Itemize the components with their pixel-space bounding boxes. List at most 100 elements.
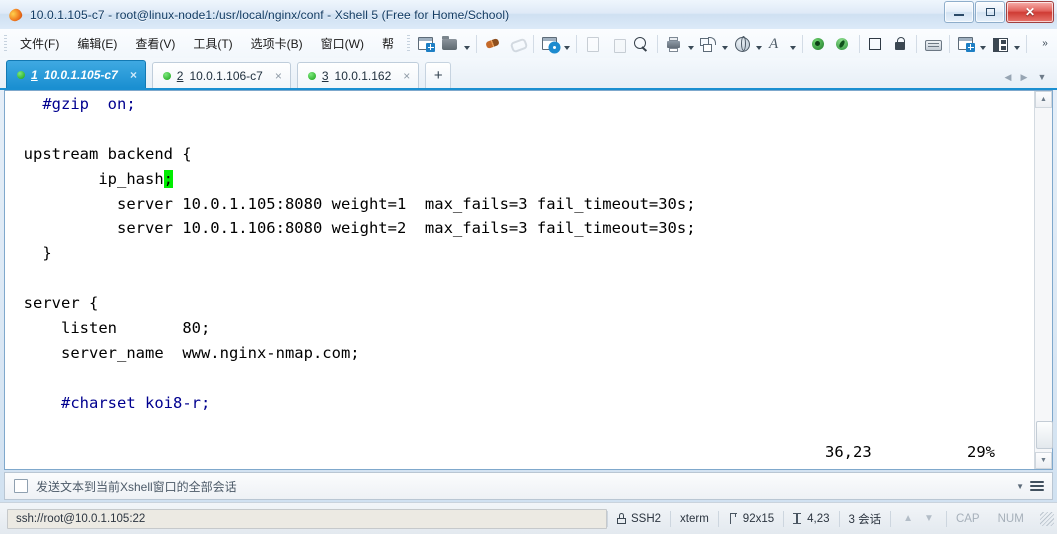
status-terminal-type: xterm [680, 512, 709, 525]
cursor-position-icon [793, 513, 802, 524]
menu-grip[interactable] [4, 34, 7, 53]
terminal-line: #charset koi8-r; [5, 391, 1034, 416]
new-folder-icon[interactable] [954, 33, 978, 55]
menu-help[interactable]: 帮 [373, 31, 403, 56]
menu-view[interactable]: 查看(V) [126, 31, 184, 56]
layout-split-dropdown-icon[interactable] [1012, 33, 1022, 55]
tab-close-icon[interactable]: × [130, 69, 137, 81]
file-transfer-icon[interactable] [696, 33, 720, 55]
find-icon[interactable] [629, 33, 653, 55]
window-title: 10.0.1.105-c7 - root@linux-node1:/usr/lo… [30, 7, 510, 22]
toolbar-separator [533, 34, 534, 53]
tab-status-dot-icon [17, 70, 25, 79]
tab-number: 3 [321, 68, 329, 83]
open-folder-icon[interactable] [438, 33, 462, 55]
web-browser-dropdown-icon[interactable] [754, 33, 764, 55]
status-protocol: SSH2 [608, 513, 670, 525]
title-bar: 10.0.1.105-c7 - root@linux-node1:/usr/lo… [0, 0, 1057, 30]
lock-icon[interactable] [888, 33, 912, 55]
open-folder-dropdown-icon[interactable] [462, 33, 472, 55]
terminal-line: server 10.0.1.105:8080 weight=1 max_fail… [5, 192, 1034, 217]
menu-window[interactable]: 窗口(W) [312, 31, 373, 56]
terminal-screen[interactable]: #gzip on; upstream backend { ip_hash; se… [5, 91, 1034, 469]
keyboard-icon[interactable] [921, 33, 945, 55]
new-tab-button[interactable]: + [425, 62, 452, 88]
terminal-text: #charset koi8-r; [61, 393, 211, 412]
tab-status-dot-icon [307, 71, 316, 80]
font-dropdown-icon[interactable] [788, 33, 798, 55]
session-properties-icon[interactable] [538, 33, 562, 55]
layout-split-icon[interactable] [988, 33, 1012, 55]
new-session-icon[interactable] [414, 33, 438, 55]
connect-icon[interactable] [481, 33, 505, 55]
toolbar-overflow-icon[interactable]: » [1037, 32, 1053, 56]
session-properties-dropdown-icon[interactable] [562, 33, 572, 55]
send-to-all-sessions-checkbox[interactable] [14, 479, 28, 493]
toolbar-separator [476, 34, 477, 53]
tab-scroll-left-icon[interactable]: ◀ [1001, 69, 1015, 85]
toolbar-separator [916, 34, 917, 53]
terminal-line: #gzip on; [5, 92, 1034, 117]
terminal-text: server { [23, 294, 99, 313]
print-icon[interactable] [662, 33, 686, 55]
toolbar-grip[interactable] [407, 34, 410, 53]
terminal-scrollbar[interactable]: ▲ ▼ [1034, 91, 1053, 469]
file-transfer-dropdown-icon[interactable] [720, 33, 730, 55]
terminal-text: #gzip on; [42, 95, 136, 113]
close-icon: ✕ [1024, 5, 1036, 19]
menu-file[interactable]: 文件(F) [11, 31, 68, 56]
xshell-leaf-icon [7, 6, 24, 23]
toolbar-separator [576, 34, 577, 53]
tab-10-0-1-105-c7[interactable]: 1 10.0.1.105-c7 × [6, 60, 146, 88]
tab-number: 2 [176, 68, 184, 83]
status-cursor-label: 4,23 [807, 512, 830, 525]
status-cursor: 4,23 [784, 513, 838, 525]
terminal-line: upstream backend { [5, 142, 1034, 167]
toolbar-separator [859, 34, 860, 53]
xshell-window: 10.0.1.105-c7 - root@linux-node1:/usr/lo… [0, 0, 1057, 534]
fullscreen-icon[interactable] [864, 33, 888, 55]
menu-tools[interactable]: 工具(T) [184, 31, 241, 56]
terminal-line: server 10.0.1.106:8080 weight=2 max_fail… [5, 216, 1034, 241]
terminal-text: upstream backend { [23, 144, 192, 163]
toolbar-separator [1026, 34, 1027, 53]
terminal-line: ip_hash; [5, 167, 1034, 192]
terminal-line: listen 80; [5, 316, 1034, 341]
menu-edit[interactable]: 编辑(E) [68, 31, 126, 56]
command-bar[interactable]: 发送文本到当前Xshell窗口的全部会话 ▼ [4, 472, 1053, 500]
scrollbar-up-icon[interactable]: ▲ [1035, 91, 1052, 108]
toolbar-separator [949, 34, 950, 53]
font-icon[interactable]: A [764, 33, 788, 55]
new-folder-dropdown-icon[interactable] [978, 33, 988, 55]
window-controls: ✕ [943, 1, 1054, 23]
vim-scroll-percent: 29% [967, 443, 995, 462]
scrollbar-down-icon[interactable]: ▼ [1035, 452, 1052, 469]
hamburger-menu-icon[interactable] [1030, 481, 1044, 491]
highlight-green-icon[interactable] [807, 33, 831, 55]
lock-icon [617, 513, 626, 524]
tab-scroll-right-icon[interactable]: ▶ [1017, 69, 1031, 85]
tab-list-icon[interactable]: ▼ [1033, 69, 1051, 85]
print-dropdown-icon[interactable] [686, 33, 696, 55]
command-bar-dropdown-icon[interactable]: ▼ [1016, 482, 1024, 491]
tab-label: 10.0.1.162 [334, 68, 392, 83]
vim-cursor-position: 36,23 [825, 443, 872, 462]
close-button[interactable]: ✕ [1006, 1, 1054, 23]
resize-grip[interactable] [1040, 511, 1054, 526]
menu-tabs[interactable]: 选项卡(B) [242, 31, 312, 56]
restore-button[interactable] [975, 1, 1005, 23]
minimize-button[interactable] [944, 1, 974, 23]
tab-close-icon[interactable]: × [403, 70, 410, 82]
tab-number: 1 [31, 67, 38, 82]
tab-10-0-1-162[interactable]: 3 10.0.1.162 × [296, 62, 420, 88]
status-transfer-arrows: ▲ ▼ [891, 513, 946, 524]
trace-green-icon[interactable] [831, 33, 855, 55]
tab-close-icon[interactable]: × [275, 70, 282, 82]
tab-10-0-1-106-c7[interactable]: 2 10.0.1.106-c7 × [151, 62, 291, 88]
connection-string: ssh://root@10.0.1.105:22 [7, 508, 607, 529]
scrollbar-thumb[interactable] [1036, 421, 1053, 449]
menu-toolbar: 文件(F) 编辑(E) 查看(V) 工具(T) 选项卡(B) 窗口(W) 帮 A [0, 29, 1057, 59]
web-browser-icon[interactable] [730, 33, 754, 55]
